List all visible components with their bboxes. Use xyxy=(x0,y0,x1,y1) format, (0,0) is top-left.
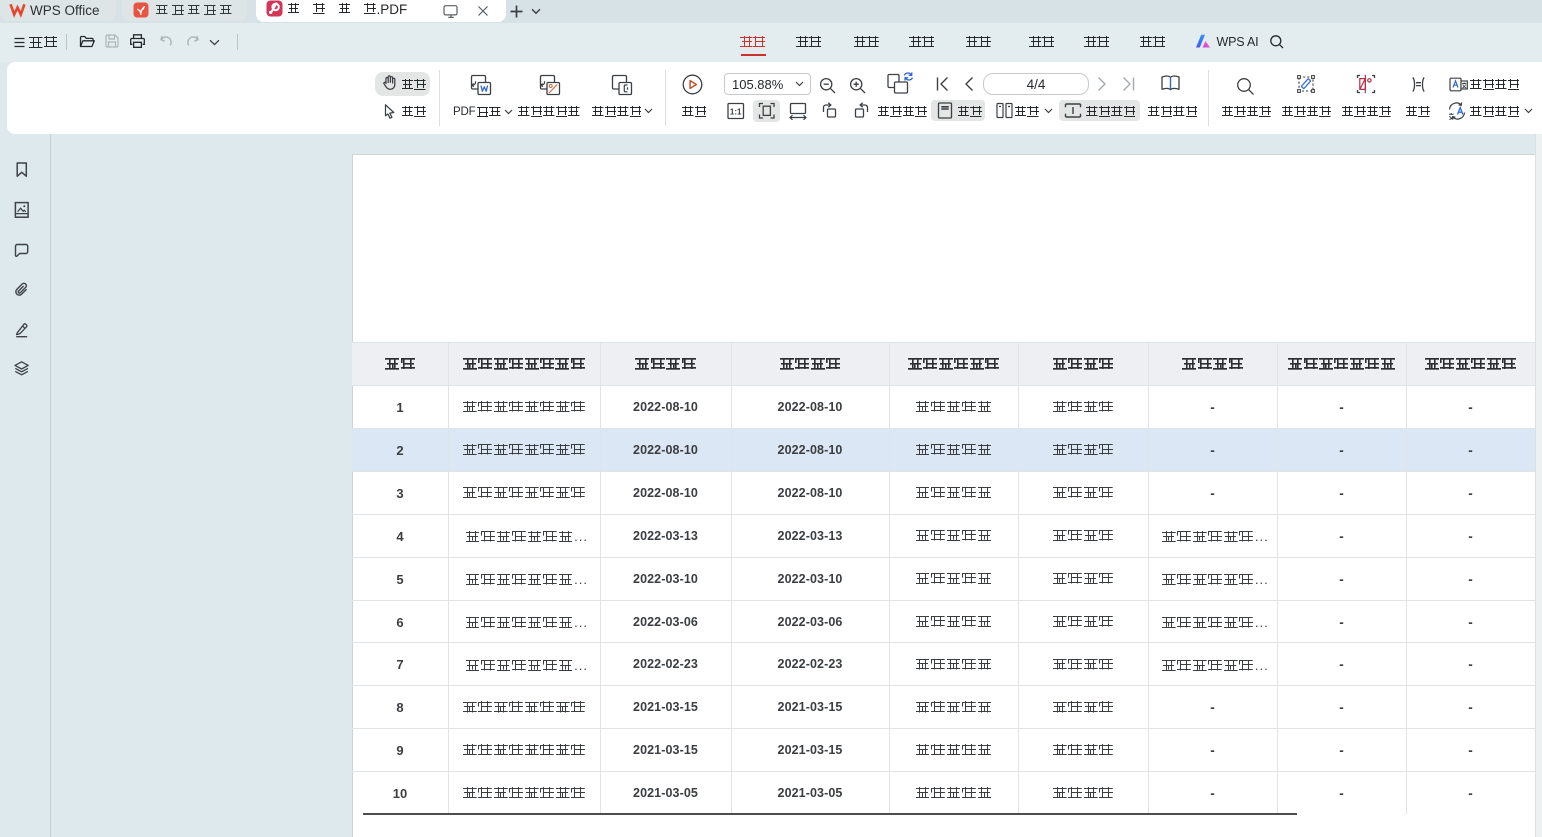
svg-text:1:1: 1:1 xyxy=(730,107,742,116)
